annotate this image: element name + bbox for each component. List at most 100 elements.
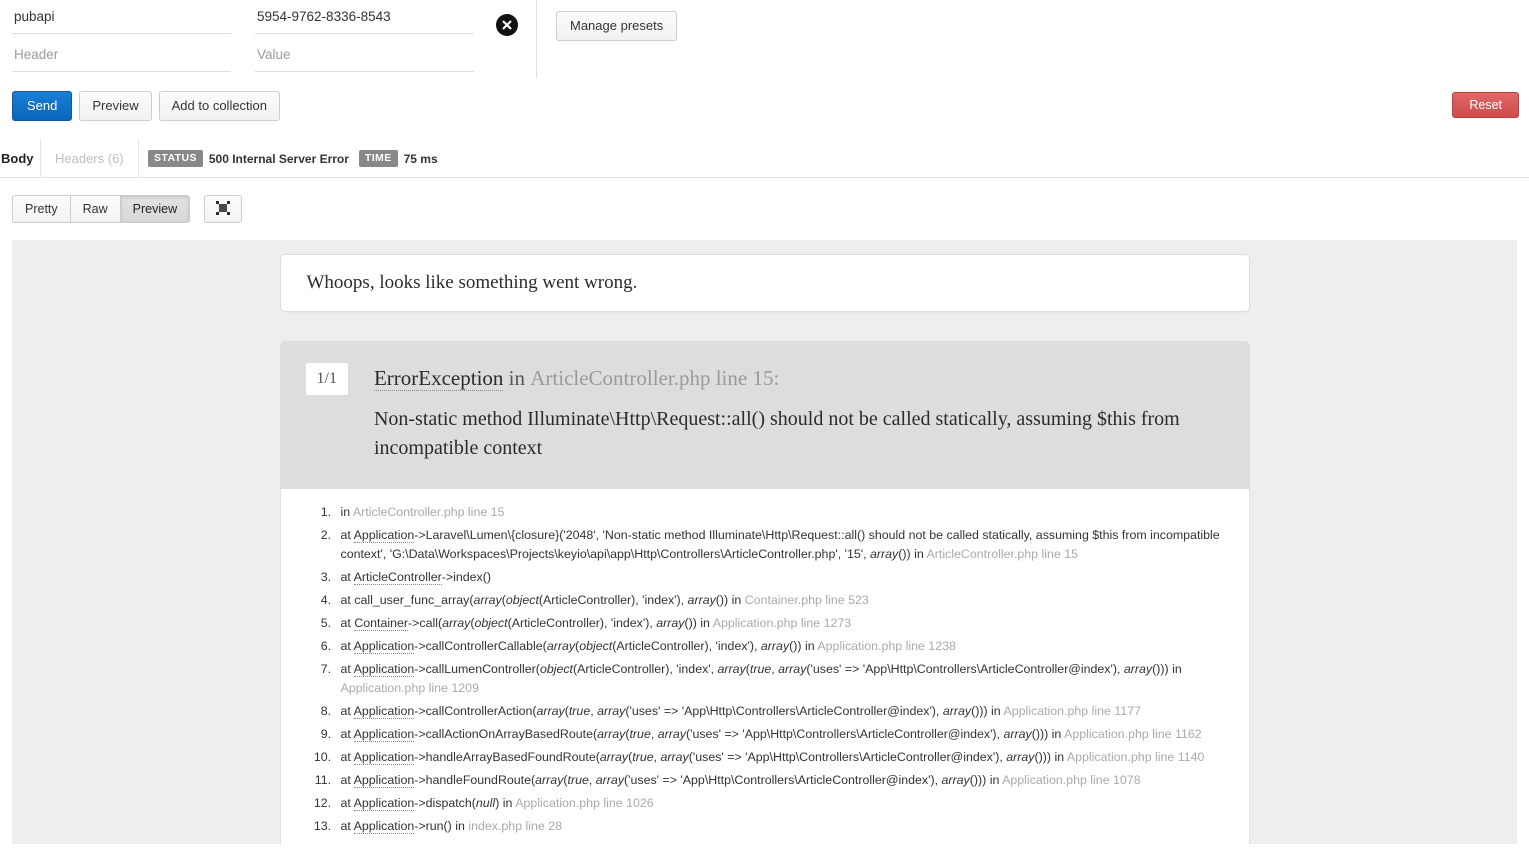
- exception-header-body: ErrorException in ArticleController.php …: [373, 363, 1224, 463]
- response-tab-bar: Body Headers (6) STATUS 500 Internal Ser…: [0, 139, 1529, 178]
- trace-file[interactable]: ArticleController.php line 15: [927, 547, 1079, 561]
- trace-keyword: at: [340, 704, 351, 718]
- trace-file[interactable]: Application.php line 1273: [713, 616, 851, 630]
- stack-trace-item: at Application->handleFoundRoute(array(t…: [335, 771, 1239, 790]
- request-value-input-2[interactable]: [255, 44, 474, 72]
- trace-file[interactable]: index.php line 28: [468, 819, 562, 833]
- trace-call: callControllerCallable(array(object(Arti…: [425, 639, 802, 653]
- trace-file[interactable]: Application.php line 1238: [817, 639, 955, 653]
- trace-file[interactable]: Container.php line 523: [745, 593, 869, 607]
- response-preview-pane[interactable]: Whoops, looks like something went wrong.…: [12, 240, 1517, 844]
- trace-call: index(): [453, 570, 491, 584]
- trace-file[interactable]: Application.php line 1209: [341, 681, 479, 695]
- trace-class[interactable]: Application: [353, 819, 415, 834]
- tab-body[interactable]: Body: [0, 139, 44, 178]
- fullscreen-toggle-button[interactable]: [204, 195, 243, 223]
- trace-call: dispatch(null): [425, 796, 500, 810]
- request-key-row-2: [12, 44, 231, 81]
- request-value-input-1[interactable]: [255, 6, 474, 34]
- trace-file[interactable]: Application.php line 1026: [515, 796, 653, 810]
- stack-trace-item: at Application->Laravel\Lumen\{closure}(…: [335, 526, 1239, 564]
- trace-keyword: at: [340, 616, 351, 630]
- trace-call: run(): [425, 819, 452, 833]
- reset-button[interactable]: Reset: [1452, 92, 1519, 118]
- trace-class[interactable]: Application: [353, 773, 415, 788]
- vertical-divider: [536, 0, 537, 78]
- trace-keyword: at: [340, 662, 351, 676]
- trace-class[interactable]: Application: [353, 528, 415, 543]
- stack-trace-list: in ArticleController.php line 15at Appli…: [291, 503, 1239, 836]
- trace-keyword: at: [340, 773, 351, 787]
- exception-title-line: ErrorException in ArticleController.php …: [373, 365, 1224, 391]
- time-chip-label: TIME: [358, 150, 398, 167]
- trace-keyword: at: [340, 796, 351, 810]
- preview-request-button[interactable]: Preview: [79, 91, 152, 121]
- exception-file: ArticleController.php line 15: [530, 366, 774, 390]
- trace-in-word: in: [1054, 750, 1065, 764]
- laravel-error-page: Whoops, looks like something went wrong.…: [279, 240, 1250, 844]
- stack-trace-panel: in ArticleController.php line 15at Appli…: [279, 489, 1250, 844]
- stack-trace-item: at ArticleController->index(): [335, 568, 1239, 587]
- trace-call: callActionOnArrayBasedRoute(array(true, …: [425, 727, 1049, 741]
- request-key-row-1: [12, 6, 231, 43]
- exception-name[interactable]: ErrorException: [373, 366, 504, 391]
- add-to-collection-button[interactable]: Add to collection: [158, 91, 281, 121]
- view-mode-raw[interactable]: Raw: [69, 195, 120, 223]
- status-value: 500 Internal Server Error: [208, 151, 349, 166]
- trace-in-word: in: [991, 704, 1001, 718]
- trace-file[interactable]: Application.php line 1078: [1002, 773, 1140, 787]
- exception-in-label: in: [508, 366, 525, 390]
- trace-call: Laravel\Lumen\{closure}('2048', 'Non-sta…: [340, 528, 1220, 561]
- trace-keyword: at: [340, 528, 351, 542]
- stack-trace-item: at Application->callActionOnArrayBasedRo…: [335, 725, 1239, 744]
- stack-trace-item: at Application->dispatch(null) in Applic…: [335, 794, 1239, 813]
- trace-class[interactable]: ArticleController: [353, 570, 442, 585]
- trace-keyword: at: [340, 593, 351, 607]
- view-mode-row: Pretty Raw Preview: [12, 195, 243, 223]
- stack-trace-item: at Application->callControllerCallable(a…: [335, 637, 1239, 656]
- manage-presets-button[interactable]: Manage presets: [556, 11, 678, 41]
- fullscreen-select-icon: [214, 200, 232, 219]
- whoops-message: Whoops, looks like something went wrong.: [279, 254, 1250, 312]
- status-chip-label: STATUS: [148, 150, 203, 167]
- view-mode-pretty[interactable]: Pretty: [12, 195, 70, 223]
- request-value-row-2: [255, 44, 474, 81]
- time-value: 75 ms: [403, 151, 438, 166]
- trace-call: handleFoundRoute(array(true, array('uses…: [425, 773, 987, 787]
- view-mode-preview[interactable]: Preview: [119, 195, 191, 223]
- response-meta-group: STATUS 500 Internal Server Error TIME 75…: [148, 139, 442, 178]
- exception-message: Non-static method Illuminate\Http\Reques…: [373, 408, 1180, 459]
- action-button-row: Send Preview Add to collection: [12, 91, 281, 121]
- trace-keyword: at: [340, 639, 351, 653]
- trace-keyword: at: [340, 819, 351, 833]
- trace-class[interactable]: Application: [353, 704, 415, 719]
- trace-in-word: in: [1172, 662, 1182, 676]
- trace-file[interactable]: ArticleController.php line 15: [353, 505, 505, 519]
- exception-header: 1/1 ErrorException in ArticleController.…: [279, 341, 1250, 489]
- trace-class[interactable]: Application: [353, 727, 415, 742]
- trace-keyword: in: [340, 505, 351, 519]
- trace-class[interactable]: Application: [353, 750, 415, 765]
- trace-call: callControllerAction(array(true, array('…: [425, 704, 988, 718]
- trace-class[interactable]: Application: [353, 662, 415, 677]
- trace-class[interactable]: Application: [353, 639, 415, 654]
- stack-trace-item: at Container->call(array(object(ArticleC…: [335, 614, 1239, 633]
- request-header-input-2[interactable]: [12, 44, 231, 72]
- send-button[interactable]: Send: [12, 91, 73, 121]
- stack-trace-item: at Application->callLumenController(obje…: [335, 660, 1239, 698]
- trace-file[interactable]: Application.php line 1162: [1064, 727, 1202, 741]
- trace-file[interactable]: Application.php line 1140: [1067, 750, 1205, 764]
- tab-headers[interactable]: Headers (6): [40, 139, 139, 178]
- clear-row-button[interactable]: [496, 14, 518, 36]
- trace-call: call(array(object(ArticleController), 'i…: [419, 616, 697, 630]
- request-key-input-1[interactable]: [12, 6, 231, 34]
- exception-colon: :: [773, 366, 780, 390]
- trace-class[interactable]: Application: [353, 796, 415, 811]
- close-circle-icon: [500, 18, 514, 32]
- trace-file[interactable]: Application.php line 1177: [1003, 704, 1141, 718]
- stack-trace-item: in ArticleController.php line 15: [335, 503, 1239, 522]
- trace-class[interactable]: Container: [354, 616, 409, 631]
- trace-call: handleArrayBasedFoundRoute(array(true, a…: [425, 750, 1051, 764]
- request-value-row-1: [255, 6, 474, 43]
- view-mode-segmented-control: Pretty Raw Preview: [12, 195, 191, 223]
